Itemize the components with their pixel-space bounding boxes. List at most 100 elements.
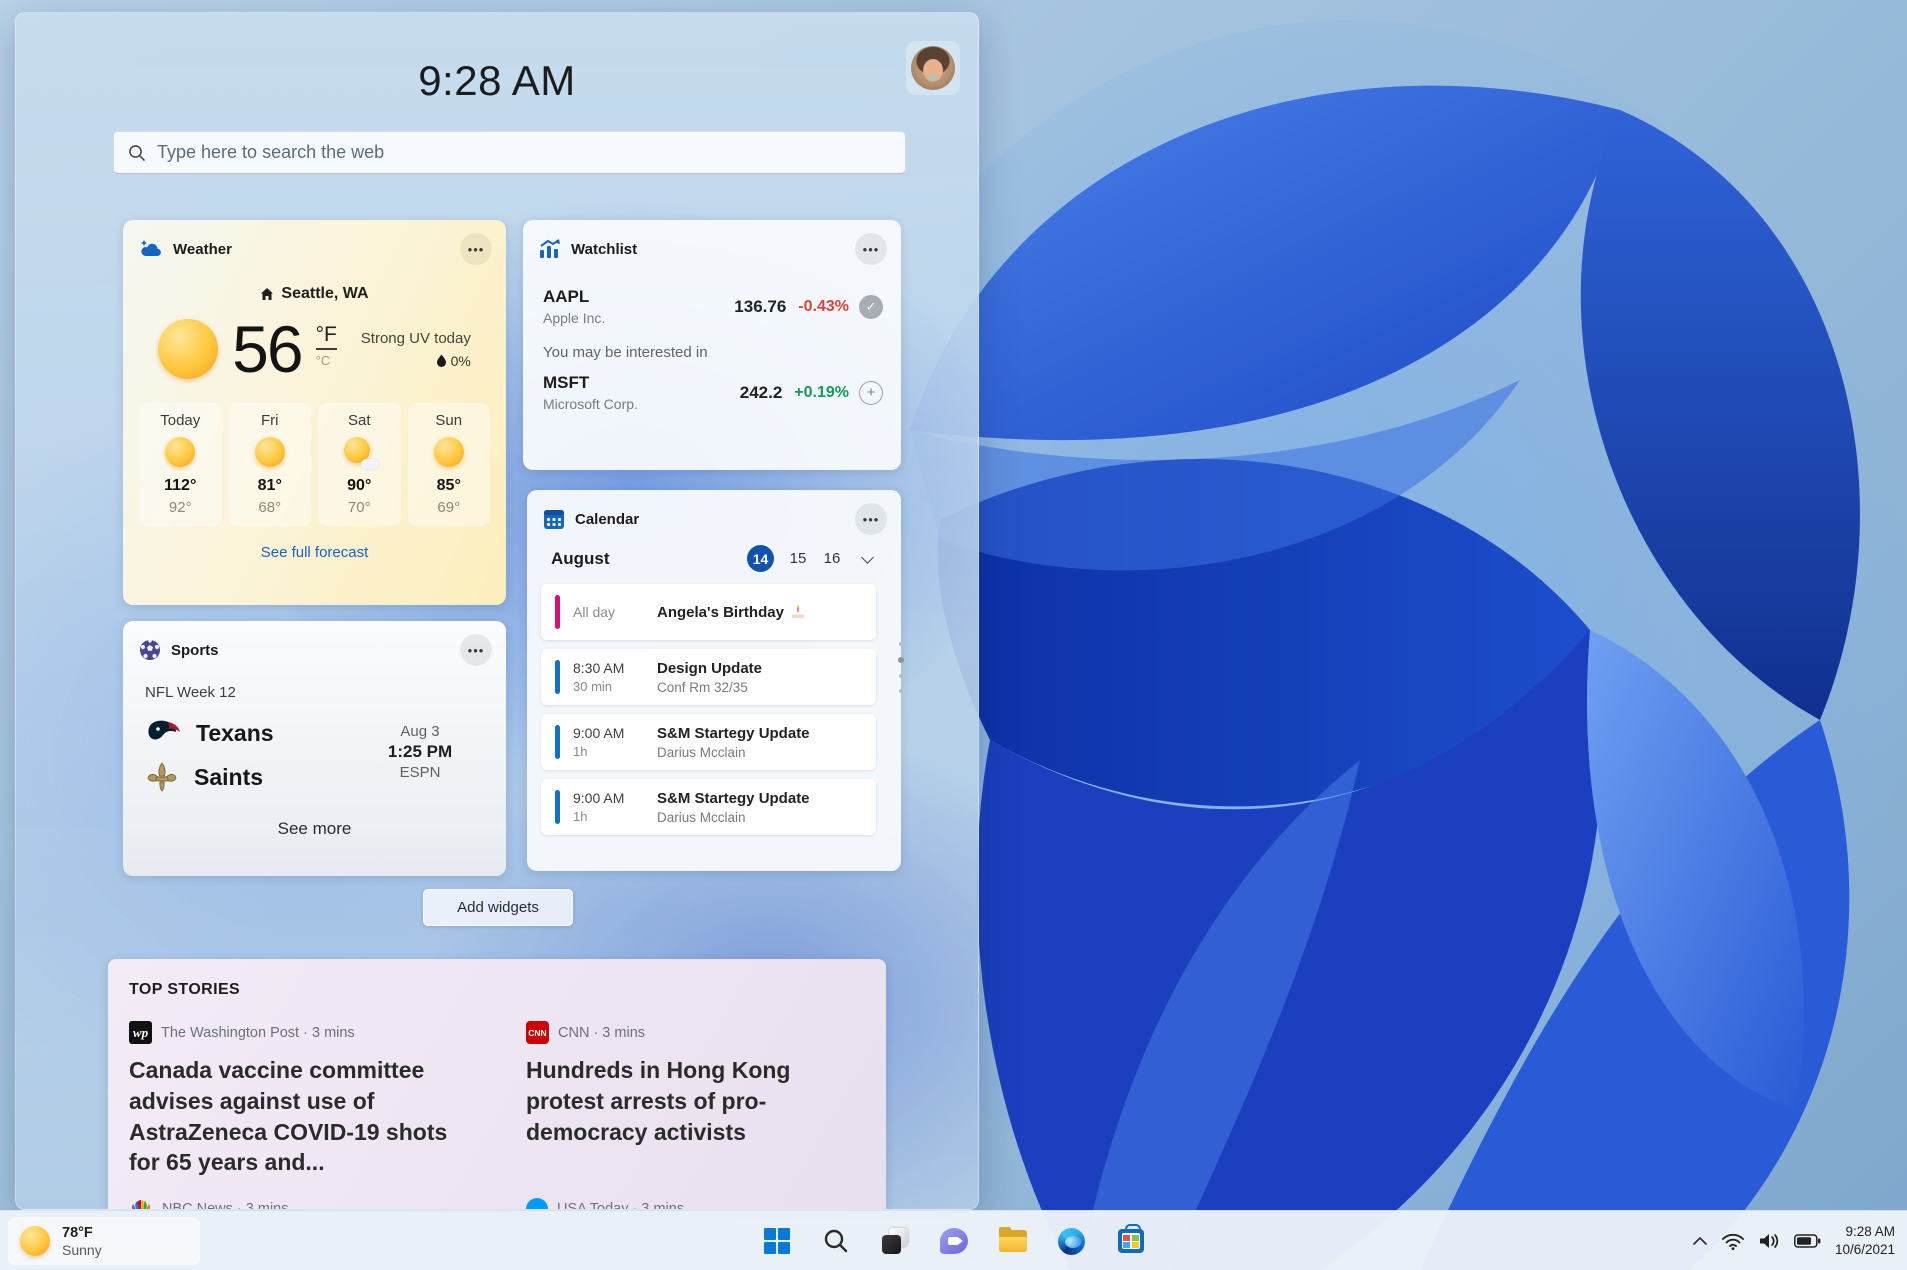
search-input[interactable] [157,142,891,163]
stock-price: 242.2 [739,382,783,402]
tray-date: 10/6/2021 [1834,1242,1895,1257]
calendar-date-14-selected[interactable]: 14 [747,545,774,572]
forecast-high: 81° [257,477,282,494]
edge-browser-button[interactable] [1053,1222,1091,1260]
news-story-cnn[interactable]: CNN CNN · 3 mins Hundreds in Hong Kong p… [526,1021,871,1147]
unit-fahrenheit-toggle[interactable]: °F [315,323,337,350]
weather-widget[interactable]: Weather ••• Seattle, WA 56 °F °C Strong … [123,220,506,605]
avatar [911,46,955,90]
event-time: All day [573,604,616,620]
unit-celsius-toggle[interactable]: °C [316,353,331,368]
game-time: 1:25 PM [387,742,453,761]
weather-condition-note: Strong UV today [360,329,471,347]
stock-row-msft[interactable]: MSFT Microsoft Corp. 242.2 +0.19% + [523,373,901,412]
event-title: S&M Startegy Update [657,724,810,742]
weather-location-row: Seattle, WA [123,285,506,303]
see-full-forecast-link[interactable]: See full forecast [123,544,506,561]
cloud-icon [361,459,380,469]
calendar-event-sm-strategy-2[interactable]: 9:00 AM 1h S&M Startegy Update Darius Mc… [541,779,876,835]
calendar-more-options-button[interactable]: ••• [855,503,887,535]
watchlist-more-options-button[interactable]: ••• [855,233,887,265]
event-title: Design Update [657,659,763,677]
forecast-day-sat[interactable]: Sat 90° 70° [318,403,401,526]
search-icon [824,1229,847,1253]
calendar-event-birthday[interactable]: All day Angela's Birthday [541,584,876,640]
sunny-icon [158,319,219,379]
volume-icon[interactable] [1758,1232,1780,1250]
start-button[interactable] [758,1222,796,1260]
forecast-high: 112° [164,477,197,494]
forecast-high: 90° [347,477,372,494]
wifi-icon[interactable] [1721,1233,1744,1250]
watchlist-widget[interactable]: Watchlist ••• AAPL Apple Inc. 136.76 -0.… [523,220,901,470]
chevron-down-icon[interactable] [855,549,881,569]
tray-time: 9:28 AM [1845,1223,1895,1239]
stock-row-aapl[interactable]: AAPL Apple Inc. 136.76 -0.43% ✓ [523,287,901,326]
forecast-low: 70° [347,499,371,516]
weather-location: Seattle, WA [281,285,369,302]
event-color-bar [555,595,560,629]
add-widgets-button[interactable]: Add widgets [423,889,573,926]
sports-more-options-button[interactable]: ••• [460,634,492,666]
taskbar-clock[interactable]: 9:28 AM 10/6/2021 [1835,1223,1895,1259]
story-source-meta: The Washington Post · 3 mins [161,1024,355,1041]
forecast-day-fri[interactable]: Fri 81° 68° [228,403,311,526]
birthday-cake-icon [791,605,804,618]
edge-icon [1058,1227,1085,1255]
windows-logo-icon [763,1228,790,1254]
taskbar-app-icons [758,1211,1150,1270]
tray-chevron-up-icon[interactable] [1692,1236,1708,1246]
stock-company: Microsoft Corp. [543,396,638,412]
taskbar: 78°F Sunny 9:28 AM 10/6/2021 [0,1210,1907,1270]
forecast-day-today[interactable]: Today 112° 92° [139,403,222,526]
weather-more-options-button[interactable]: ••• [460,233,492,265]
stock-added-check-icon[interactable]: ✓ [859,294,883,319]
sunny-icon [20,1226,50,1256]
forecast-low: 92° [168,499,192,516]
forecast-day-label: Sun [435,412,463,429]
events-scroll-indicator[interactable] [898,642,904,693]
event-color-bar [555,725,560,759]
stock-company: Apple Inc. [543,310,606,326]
event-duration: 30 min [573,679,613,694]
forecast-day-label: Today [160,412,201,429]
sports-league-label: NFL Week 12 [145,684,236,701]
current-temperature: 56 [232,312,303,386]
add-stock-button[interactable]: + [859,380,883,405]
weather-cloud-icon [141,240,161,257]
desktop: { "ui": { "more_label": "•••", "check_gl… [0,0,1907,1270]
taskbar-weather-widget-button[interactable]: 78°F Sunny [8,1217,200,1265]
microsoft-store-button[interactable] [1112,1222,1150,1260]
calendar-event-design-update[interactable]: 8:30 AM 30 min Design Update Conf Rm 32/… [541,649,876,705]
event-organizer: Darius Mcclain [657,744,746,760]
news-story-nbc-clipped[interactable]: NBC News · 3 mins [129,1198,289,1209]
search-icon [129,144,145,161]
calendar-event-sm-strategy-1[interactable]: 9:00 AM 1h S&M Startegy Update Darius Mc… [541,714,876,770]
forecast-day-sun[interactable]: Sun 85° 69° [407,403,490,526]
system-tray: 9:28 AM 10/6/2021 [1692,1211,1895,1270]
calendar-date-15[interactable]: 15 [781,550,815,567]
weather-current-conditions: 56 °F °C Strong UV today 0% [123,311,506,387]
calendar-widget[interactable]: Calendar ••• August 14 15 16 All day Ang… [527,490,904,871]
sunny-icon [165,437,196,467]
profile-button[interactable] [906,41,960,95]
forecast-day-label: Fri [261,412,279,429]
teams-chat-button[interactable] [935,1222,973,1260]
file-explorer-button[interactable] [994,1222,1032,1260]
taskbar-search-button[interactable] [817,1222,855,1260]
see-more-link[interactable]: See more [123,819,506,839]
store-bag-icon [1117,1224,1144,1253]
widgets-panel: 9:28 AM Weather ••• [15,12,979,1210]
sports-widget[interactable]: Sports ••• NFL Week 12 Texans Saints Aug… [123,621,506,876]
event-time: 9:00 AM [573,790,625,806]
battery-icon[interactable] [1793,1234,1821,1248]
calendar-date-16[interactable]: 16 [815,550,849,567]
home-icon [261,288,274,300]
task-view-button[interactable] [876,1222,914,1260]
news-story-usa-today-clipped[interactable]: USA Today · 3 mins [526,1198,684,1209]
event-title: S&M Startegy Update [657,789,810,807]
web-search-bar[interactable] [113,131,906,174]
news-story-washington-post[interactable]: wp The Washington Post · 3 mins Canada v… [129,1021,474,1178]
event-duration: 1h [573,809,588,824]
forecast-day-label: Sat [347,412,371,429]
